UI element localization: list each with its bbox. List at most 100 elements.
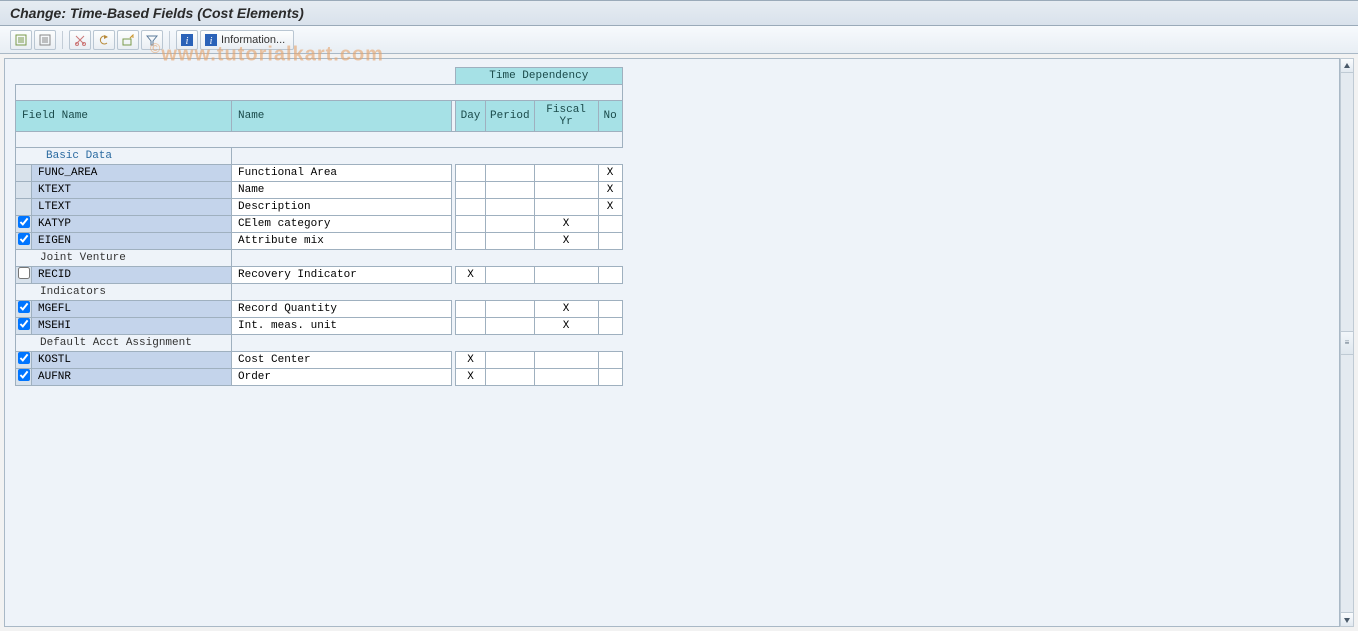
row-checkbox[interactable] (18, 267, 30, 279)
day-cell[interactable] (456, 165, 486, 182)
no-cell[interactable] (598, 301, 622, 318)
table-row: LTEXTDescriptionX (16, 199, 623, 216)
day-cell[interactable] (456, 301, 486, 318)
header-period: Period (486, 101, 535, 132)
toolbar-btn-cut[interactable] (69, 30, 91, 50)
header-field-name: Field Name (16, 101, 232, 132)
export-icon (122, 34, 134, 46)
name-cell: Order (232, 369, 452, 386)
fiscal-cell[interactable]: X (534, 216, 598, 233)
name-cell: Attribute mix (232, 233, 452, 250)
field-name-cell: KTEXT (32, 182, 232, 199)
field-name-cell: AUFNR (32, 369, 232, 386)
name-cell: Record Quantity (232, 301, 452, 318)
fiscal-cell[interactable] (534, 199, 598, 216)
fiscal-cell[interactable]: X (534, 301, 598, 318)
checkbox-spacer (16, 182, 32, 199)
field-name-cell: MSEHI (32, 318, 232, 335)
day-cell[interactable] (456, 216, 486, 233)
section-label: Joint Venture (16, 250, 232, 267)
field-name-cell: KOSTL (32, 352, 232, 369)
day-cell[interactable]: X (456, 267, 486, 284)
period-cell[interactable] (486, 301, 535, 318)
toolbar-btn-undo[interactable] (93, 30, 115, 50)
period-cell[interactable] (486, 233, 535, 250)
period-cell[interactable] (486, 267, 535, 284)
period-cell[interactable] (486, 352, 535, 369)
field-name-cell: FUNC_AREA (32, 165, 232, 182)
table-row: FUNC_AREAFunctional Area X (16, 165, 623, 182)
fiscal-cell[interactable] (534, 352, 598, 369)
day-cell[interactable] (456, 233, 486, 250)
section-label: Default Acct Assignment (16, 335, 232, 352)
toolbar-btn-filter[interactable] (141, 30, 163, 50)
field-name-cell: MGEFL (32, 301, 232, 318)
no-cell[interactable] (598, 318, 622, 335)
period-cell[interactable] (486, 199, 535, 216)
row-checkbox[interactable] (18, 301, 30, 313)
name-cell: Functional Area (232, 165, 452, 182)
no-cell[interactable] (598, 216, 622, 233)
checkbox-spacer (16, 165, 32, 182)
scroll-up-arrow[interactable] (1341, 59, 1353, 73)
day-cell[interactable]: X (456, 369, 486, 386)
row-checkbox[interactable] (18, 233, 30, 245)
period-cell[interactable] (486, 165, 535, 182)
table-row: MSEHIInt. meas. unit X (16, 318, 623, 335)
section-label: Basic Data (16, 148, 232, 165)
fiscal-cell[interactable] (534, 267, 598, 284)
name-cell: Int. meas. unit (232, 318, 452, 335)
list-glasses-icon (39, 34, 51, 46)
table-row: EIGENAttribute mix X (16, 233, 623, 250)
fiscal-cell[interactable] (534, 369, 598, 386)
header-fiscal-yr: Fiscal Yr (534, 101, 598, 132)
fiscal-cell[interactable]: X (534, 318, 598, 335)
field-name-cell: RECID (32, 267, 232, 284)
no-cell[interactable] (598, 369, 622, 386)
day-cell[interactable]: X (456, 352, 486, 369)
toolbar-btn-export[interactable] (117, 30, 139, 50)
header-time-dependency: Time Dependency (456, 68, 623, 85)
scroll-handle[interactable]: ≡ (1340, 331, 1354, 355)
period-cell[interactable] (486, 182, 535, 199)
section-label: Indicators (16, 284, 232, 301)
svg-text:i: i (186, 36, 189, 46)
scroll-down-arrow[interactable] (1341, 612, 1353, 626)
toolbar-btn-detail[interactable] (34, 30, 56, 50)
header-name: Name (232, 101, 452, 132)
fiscal-cell[interactable]: X (534, 233, 598, 250)
fiscal-cell[interactable] (534, 165, 598, 182)
no-cell[interactable] (598, 267, 622, 284)
period-cell[interactable] (486, 318, 535, 335)
row-checkbox[interactable] (18, 318, 30, 330)
no-cell[interactable] (598, 352, 622, 369)
table-row: KATYPCElem categoryX (16, 216, 623, 233)
info-icon: i (181, 34, 193, 46)
name-cell: Cost Center (232, 352, 452, 369)
no-cell[interactable]: X (598, 199, 622, 216)
fiscal-cell[interactable] (534, 182, 598, 199)
time-based-fields-table: Time Dependency Field Name Name Day Peri… (15, 67, 623, 386)
no-cell[interactable] (598, 233, 622, 250)
no-cell[interactable]: X (598, 165, 622, 182)
period-cell[interactable] (486, 216, 535, 233)
row-checkbox[interactable] (18, 352, 30, 364)
day-cell[interactable] (456, 318, 486, 335)
list-icon (15, 34, 27, 46)
toolbar-btn-display[interactable] (10, 30, 32, 50)
toolbar-btn-information[interactable]: i Information... (200, 30, 294, 50)
row-checkbox[interactable] (18, 216, 30, 228)
field-name-cell: KATYP (32, 216, 232, 233)
no-cell[interactable]: X (598, 182, 622, 199)
info-icon: i (205, 34, 217, 46)
day-cell[interactable] (456, 199, 486, 216)
toolbar-separator (62, 31, 63, 49)
header-no: No (598, 101, 622, 132)
day-cell[interactable] (456, 182, 486, 199)
field-name-cell: EIGEN (32, 233, 232, 250)
undo-icon (98, 34, 110, 46)
toolbar-btn-info1[interactable]: i (176, 30, 198, 50)
period-cell[interactable] (486, 369, 535, 386)
field-name-cell: LTEXT (32, 199, 232, 216)
row-checkbox[interactable] (18, 369, 30, 381)
